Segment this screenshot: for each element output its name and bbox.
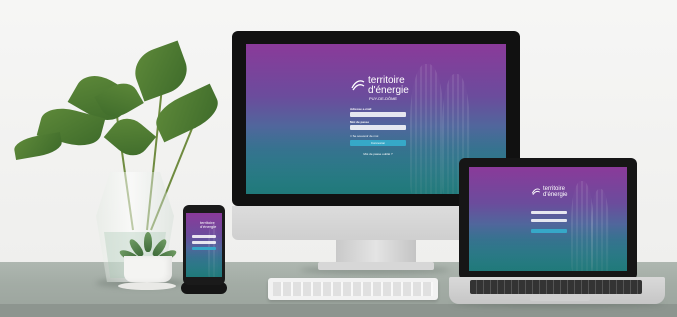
brand-name-line2: d'énergie — [200, 224, 217, 229]
succulent-leaf — [144, 232, 152, 252]
email-field[interactable] — [192, 235, 216, 238]
phone-screen: territoire d'énergie — [186, 213, 222, 277]
brand-region: PUY-DE-DÔME — [369, 96, 398, 101]
laptop-trackpad — [530, 294, 590, 301]
remember-me-checkbox[interactable]: □ Se souvenir de moi — [350, 134, 378, 138]
laptop-keyboard — [470, 280, 642, 294]
brand-name-line2: d'énergie — [368, 85, 409, 96]
login-button[interactable] — [531, 229, 567, 233]
brand-logo-icon — [351, 80, 365, 91]
plant-pot — [124, 256, 172, 282]
laptop-lid: territoire d'énergie — [459, 158, 637, 280]
login-button[interactable] — [192, 247, 216, 250]
keyboard-keys — [273, 282, 433, 296]
brand-name-line2: d'énergie — [543, 192, 568, 198]
imac-stand-base — [318, 262, 434, 270]
email-label: Adresse e-mail — [350, 107, 372, 111]
keyboard — [268, 278, 438, 300]
brand-logo-icon — [531, 188, 541, 195]
smartphone: territoire d'énergie — [183, 205, 225, 285]
laptop-screen: territoire d'énergie — [469, 167, 627, 271]
trees-graphic — [186, 248, 222, 277]
email-field[interactable] — [350, 112, 406, 117]
password-field[interactable] — [192, 241, 216, 244]
pot-saucer — [118, 282, 176, 290]
succulent-plant — [118, 228, 178, 264]
password-label: Mot de passe — [350, 120, 370, 124]
forgot-password-link[interactable]: Mot de passe oublié ? — [350, 152, 406, 156]
email-field[interactable] — [531, 211, 567, 214]
login-button[interactable]: Connexion — [350, 140, 406, 146]
password-field[interactable] — [350, 125, 406, 130]
password-field[interactable] — [531, 219, 567, 222]
imac-stand — [336, 240, 416, 264]
remember-me-label: Se souvenir de moi — [352, 134, 379, 138]
product-mockup-scene: territoire d'énergie PUY-DE-DÔME Adresse… — [0, 0, 677, 317]
